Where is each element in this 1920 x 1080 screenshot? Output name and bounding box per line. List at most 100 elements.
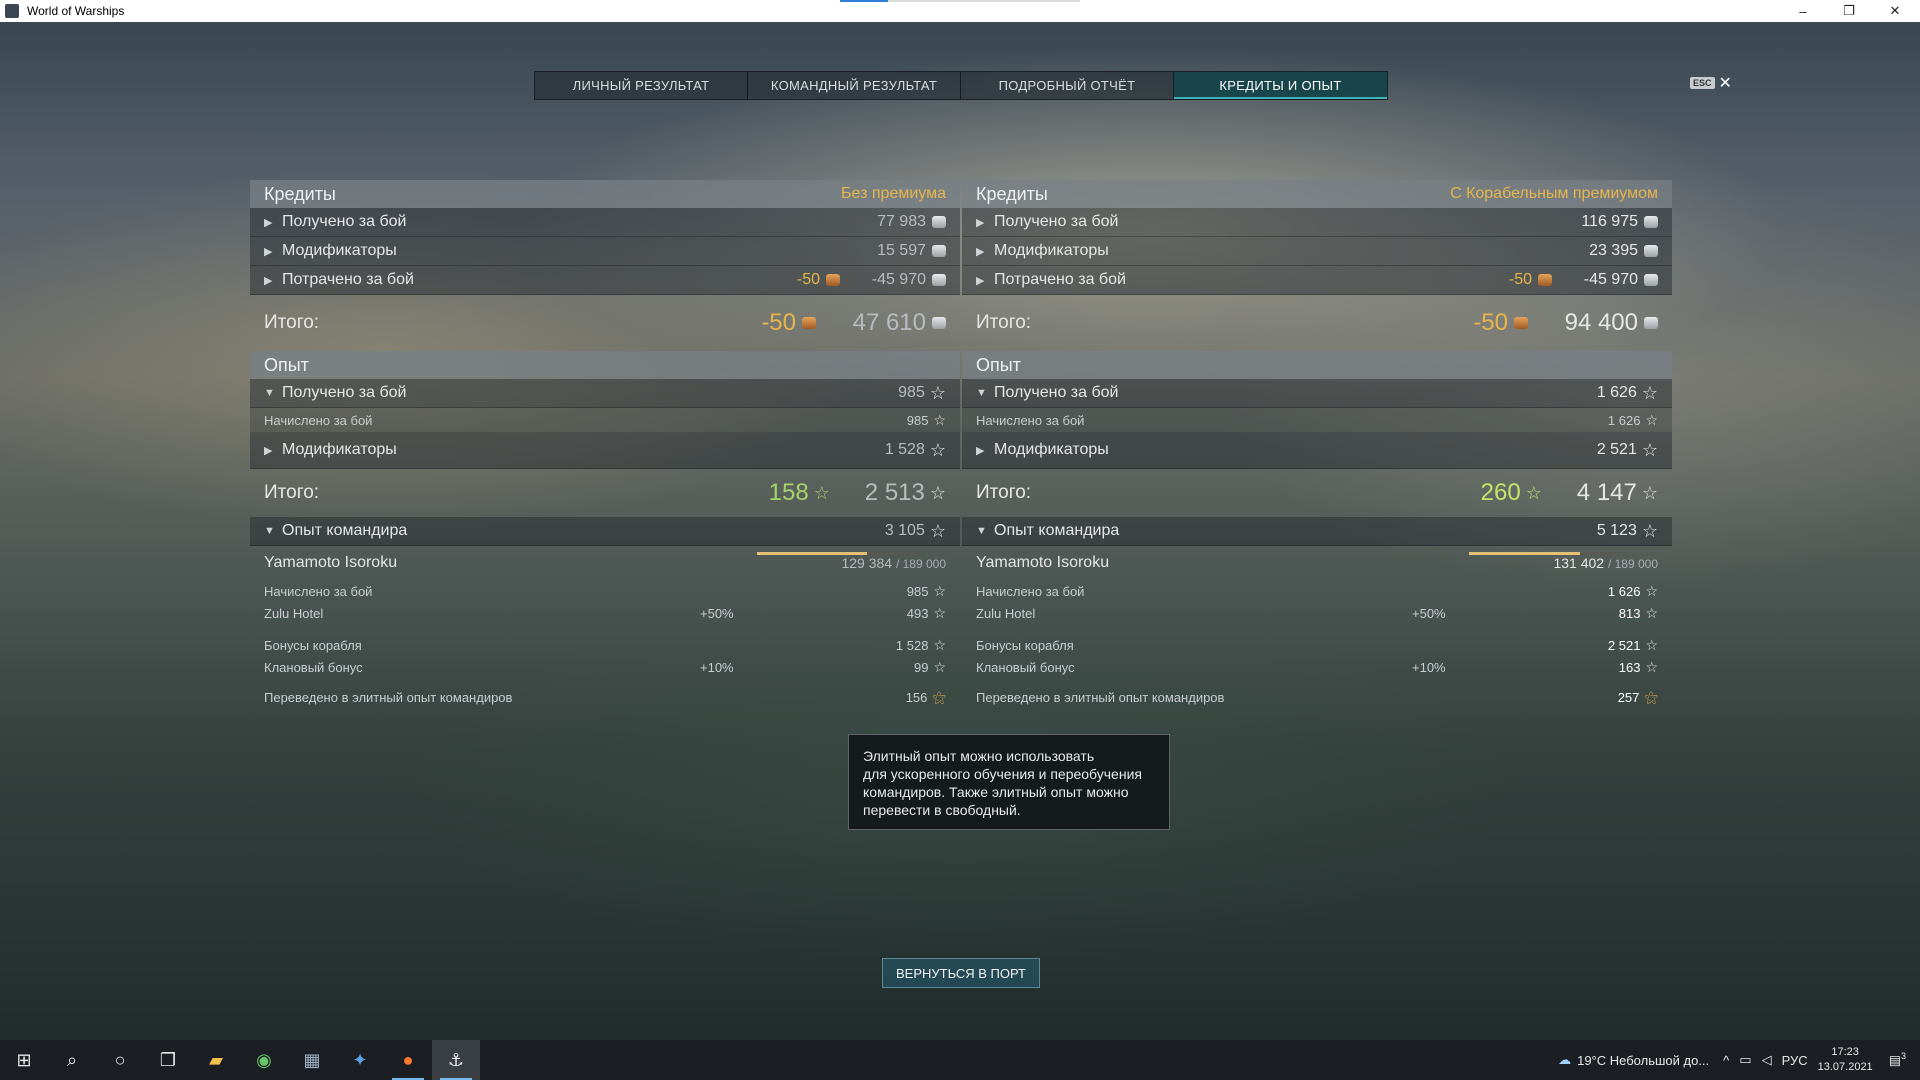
credits-icon [1644, 216, 1658, 228]
elite-xp-icon: ⚝ [932, 688, 946, 705]
commander-hotel-row: Zulu Hotel +50% 493 ☆ [264, 605, 946, 621]
credits-icon [932, 216, 946, 228]
xp-total-row: Итого: 158 ☆ 2 513 ☆ [250, 469, 960, 517]
xp-accrued-row: Начислено за бой 985 ☆ [250, 408, 960, 432]
total-label: Итого: [976, 312, 1032, 333]
xp-star-icon: ☆ [1645, 412, 1658, 428]
free-xp-total: 158 [768, 479, 809, 506]
clock[interactable]: 17:23 13.07.2021 [1818, 1045, 1873, 1075]
app-icon [5, 4, 19, 18]
credits-spent-row[interactable]: ▶ Потрачено за бой -50 -45 970 [250, 266, 960, 295]
commander-elite-row[interactable]: Переведено в элитный опыт командиров 257… [962, 686, 1672, 708]
results-tabs: ЛИЧНЫЙ РЕЗУЛЬТАТ КОМАНДНЫЙ РЕЗУЛЬТАТ ПОД… [534, 71, 1388, 100]
xp-modifiers-row[interactable]: ▶ Модификаторы 1 528 ☆ [250, 432, 960, 469]
row-value: 1 626 [1596, 384, 1637, 401]
row-value: 2 521 [1596, 441, 1637, 458]
credits-modifiers-row[interactable]: ▶ Модификаторы 15 597 [250, 237, 960, 266]
row-value: 23 395 [1589, 242, 1638, 259]
credits-header: Кредиты С Корабельным премиумом [962, 180, 1672, 208]
credits-earned-row[interactable]: ▶ Получено за бой 77 983 [250, 208, 960, 237]
file-explorer-icon[interactable]: ▰ [192, 1040, 240, 1080]
app-icon[interactable]: ✦ [336, 1040, 384, 1080]
weather-text[interactable]: 19°C Небольшой до... [1577, 1053, 1709, 1068]
credits-spent-row[interactable]: ▶ Потрачено за бой -50 -45 970 [962, 266, 1672, 295]
row-label: Получено за бой [994, 384, 1119, 401]
xp-earned-row[interactable]: ▼ Получено за бой 1 626 ☆ [962, 379, 1672, 408]
task-view-icon[interactable]: ❐ [144, 1040, 192, 1080]
start-windows-icon[interactable]: ⊞ [0, 1040, 48, 1080]
row-value: 15 597 [877, 242, 926, 259]
commander-name: Yamamoto Isoroku [264, 554, 398, 571]
row-label: Получено за бой [282, 213, 407, 230]
return-to-port-button[interactable]: ВЕРНУТЬСЯ В ПОРТ [882, 958, 1040, 988]
world-of-warships-taskbar-icon[interactable]: ⚓ [432, 1040, 480, 1080]
tray-chevron-icon[interactable]: ^ [1723, 1053, 1729, 1068]
xp-header: Опыт [250, 351, 960, 379]
free-xp-star-icon: ☆ [813, 483, 830, 503]
expand-arrow-icon: ▶ [976, 245, 985, 258]
commander-xp-row[interactable]: ▼ Опыт командира 3 105 ☆ [250, 517, 960, 546]
weather-icon[interactable]: ☁ [1558, 1052, 1571, 1068]
xp-star-icon: ☆ [1641, 440, 1658, 460]
tab-credits-and-xp[interactable]: КРЕДИТЫ И ОПЫТ [1174, 72, 1387, 99]
row-value: -45 970 [871, 271, 926, 288]
doubloon-icon [1538, 274, 1552, 286]
tab-detailed-report[interactable]: ПОДРОБНЫЙ ОТЧЁТ [961, 72, 1174, 99]
xp-star-icon: ☆ [929, 521, 946, 541]
credits-header: Кредиты Без премиума [250, 180, 960, 208]
network-icon[interactable]: ▭ [1739, 1052, 1751, 1068]
premium-mode: С Корабельным премиумом [1450, 185, 1658, 202]
cortana-icon[interactable]: ○ [96, 1040, 144, 1080]
commander-elite-row[interactable]: Переведено в элитный опыт командиров 156… [250, 686, 960, 708]
language-indicator[interactable]: РУС [1782, 1053, 1808, 1068]
credits-modifiers-row[interactable]: ▶ Модификаторы 23 395 [962, 237, 1672, 266]
row-label: Опыт командира [994, 522, 1120, 539]
doubloons-total: -50 [761, 309, 796, 336]
firefox-icon[interactable]: ● [384, 1040, 432, 1080]
volume-icon[interactable]: ◁ [1762, 1052, 1772, 1068]
tab-team-result[interactable]: КОМАНДНЫЙ РЕЗУЛЬТАТ [748, 72, 961, 99]
calculator-icon[interactable]: ▦ [288, 1040, 336, 1080]
row-label: Модификаторы [994, 441, 1109, 458]
xp-star-icon: ☆ [1645, 605, 1658, 621]
commander-xp: 131 402 / 189 000 [1553, 555, 1658, 571]
xp-modifiers-row[interactable]: ▶ Модификаторы 2 521 ☆ [962, 432, 1672, 469]
total-label: Итого: [976, 482, 1032, 503]
expand-arrow-icon: ▶ [264, 245, 273, 258]
xp-header: Опыт [962, 351, 1672, 379]
credits-total-row: Итого: -50 94 400 [962, 295, 1672, 351]
credits-earned-row[interactable]: ▶ Получено за бой 116 975 [962, 208, 1672, 237]
commander-xp: 129 384 / 189 000 [841, 555, 946, 571]
credits-total: 94 400 [1564, 309, 1638, 336]
close-results-button[interactable]: ESC ✕ [1690, 73, 1732, 93]
row-label: Получено за бой [282, 384, 407, 401]
row-value: 116 975 [1581, 213, 1638, 230]
tab-personal-result[interactable]: ЛИЧНЫЙ РЕЗУЛЬТАТ [535, 72, 748, 99]
game-center-icon[interactable]: ◉ [240, 1040, 288, 1080]
expand-arrow-icon: ▶ [976, 274, 985, 287]
commander-xp-bar [757, 552, 917, 555]
xp-earned-row[interactable]: ▼ Получено за бой 985 ☆ [250, 379, 960, 408]
credits-icon [932, 274, 946, 286]
commander-clan-bonus-row: Клановый бонус +10% 163 ☆ [976, 659, 1658, 675]
row-value: -45 970 [1583, 271, 1638, 288]
notifications-icon[interactable]: ▤3 [1889, 1051, 1906, 1068]
total-label: Итого: [264, 312, 320, 333]
row-value: 1 528 [884, 441, 925, 458]
commander-xp-row[interactable]: ▼ Опыт командира 5 123 ☆ [962, 517, 1672, 546]
commander-clan-bonus-row: Клановый бонус +10% 99 ☆ [264, 659, 946, 675]
minimize-button[interactable]: – [1780, 0, 1826, 22]
expand-arrow-icon: ▶ [976, 216, 985, 229]
collapse-arrow-icon: ▼ [264, 525, 275, 537]
maximize-button[interactable]: ❐ [1826, 0, 1872, 22]
window-title-bar: World of Warships – ❐ ✕ [0, 0, 1920, 22]
elite-xp-icon: ⚝ [1644, 688, 1658, 705]
search-icon[interactable]: ⌕ [48, 1040, 96, 1080]
doubloon-icon [1514, 317, 1528, 329]
credits-title: Кредиты [264, 183, 336, 204]
xp-title: Опыт [976, 354, 1021, 375]
system-tray: ☁ 19°C Небольшой до... ^ ▭ ◁ РУС 17:23 1… [1558, 1040, 1920, 1080]
xp-star-icon: ☆ [929, 440, 946, 460]
xp-star-icon: ☆ [1645, 659, 1658, 675]
close-window-button[interactable]: ✕ [1872, 0, 1918, 22]
